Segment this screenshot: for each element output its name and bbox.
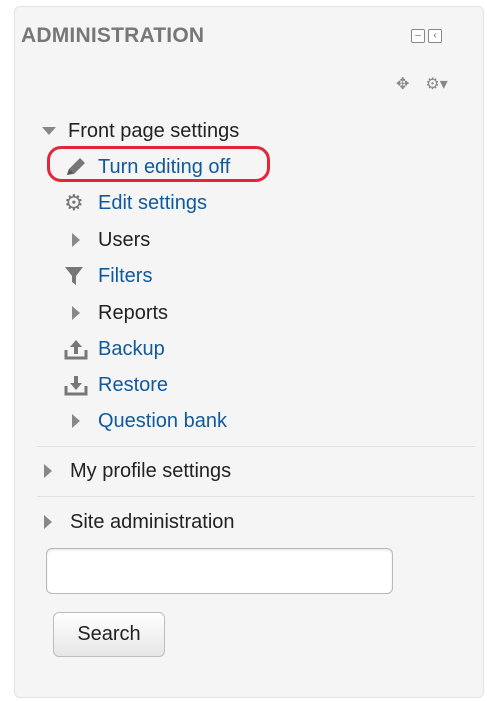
gear-icon: ⚙ xyxy=(64,190,84,215)
chevron-right-icon xyxy=(72,414,98,428)
move-icon[interactable]: ✥ xyxy=(396,77,409,93)
block-edit-controls: ✥ ⚙▾ xyxy=(396,77,448,93)
section-divider xyxy=(37,496,475,497)
tree-item-label: Reports xyxy=(98,302,169,324)
tree-item-users[interactable]: Users xyxy=(72,228,150,252)
download-icon xyxy=(64,374,90,396)
upload-icon xyxy=(64,338,90,360)
tree-item-my-profile-settings[interactable]: My profile settings xyxy=(44,459,231,483)
tree-item-site-administration[interactable]: Site administration xyxy=(44,510,235,534)
tree-item-backup[interactable]: Backup xyxy=(64,337,165,361)
tree-item-question-bank[interactable]: Question bank xyxy=(72,409,227,433)
pencil-icon xyxy=(64,156,90,178)
admin-search-input[interactable] xyxy=(46,548,393,594)
tree-item-label: Backup xyxy=(98,338,165,360)
tree-item-label: Question bank xyxy=(98,410,227,432)
tree-item-label: Site administration xyxy=(70,511,235,533)
tree-item-restore[interactable]: Restore xyxy=(64,373,168,397)
tree-item-filters[interactable]: Filters xyxy=(64,264,152,288)
chevron-right-icon xyxy=(44,464,70,478)
tree-item-reports[interactable]: Reports xyxy=(72,301,168,325)
tree-item-edit-settings[interactable]: ⚙ Edit settings xyxy=(64,191,207,215)
filter-icon xyxy=(64,265,90,287)
tree-item-label: Turn editing off xyxy=(98,156,231,178)
tree-item-label: My profile settings xyxy=(70,460,232,482)
tree-item-front-page-settings[interactable]: Front page settings xyxy=(42,119,239,143)
chevron-down-icon xyxy=(42,127,68,135)
chevron-right-icon xyxy=(72,306,98,320)
tree-item-turn-editing-off[interactable]: Turn editing off xyxy=(64,155,230,179)
tree-item-label: Filters xyxy=(98,265,153,287)
gear-menu-icon[interactable]: ⚙▾ xyxy=(425,77,447,93)
section-divider xyxy=(37,446,475,447)
block-dock-controls: – ‹ xyxy=(411,29,442,43)
tree-item-label: Users xyxy=(98,229,151,251)
dock-icon[interactable]: ‹ xyxy=(428,29,442,43)
minimize-icon[interactable]: – xyxy=(411,29,425,43)
tree-item-label: Edit settings xyxy=(98,192,207,214)
search-button[interactable]: Search xyxy=(53,612,165,657)
tree-item-label: Front page settings xyxy=(68,120,240,142)
chevron-right-icon xyxy=(44,515,70,529)
tree-item-label: Restore xyxy=(98,374,169,396)
chevron-right-icon xyxy=(72,233,98,247)
block-title: ADMINISTRATION xyxy=(21,24,205,47)
